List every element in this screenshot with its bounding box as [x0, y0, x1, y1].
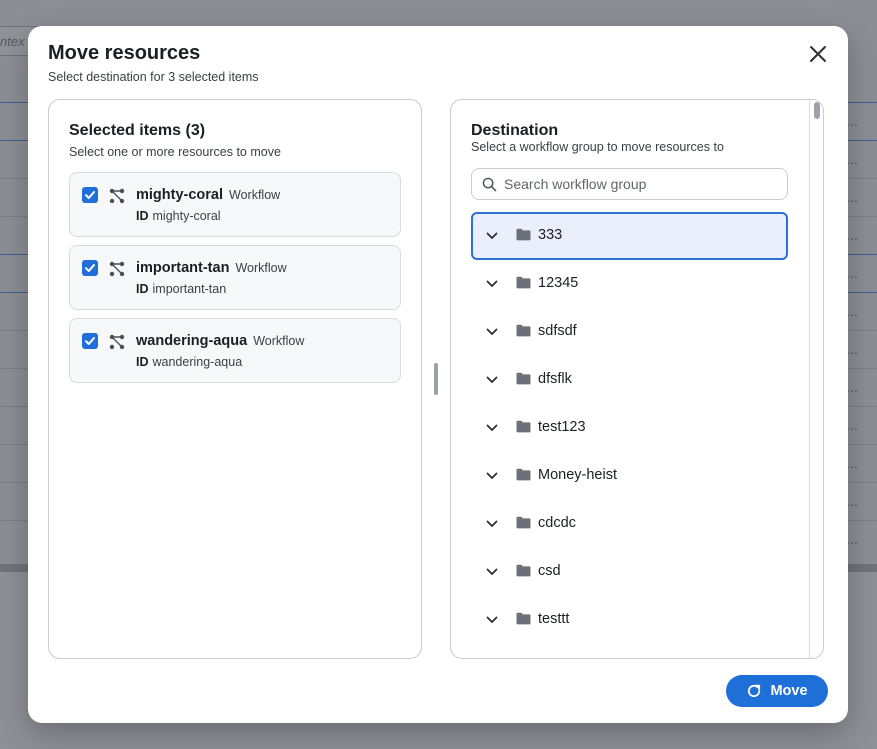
- item-name: important-tan Workflow: [136, 260, 287, 276]
- item-checkbox[interactable]: [82, 333, 98, 349]
- chevron-down-icon[interactable]: [485, 517, 499, 531]
- chevron-down-icon[interactable]: [485, 229, 499, 243]
- chevron-down-icon[interactable]: [485, 373, 499, 387]
- move-resources-dialog: Move resources Select destination for 3 …: [28, 26, 848, 723]
- workflow-group-row[interactable]: Money-heist: [471, 452, 788, 500]
- item-id-label: ID: [136, 209, 149, 223]
- destination-panel: Destination Select a workflow group to m…: [450, 99, 824, 659]
- search-box[interactable]: [471, 168, 788, 200]
- workflow-group-row[interactable]: test123: [471, 404, 788, 452]
- selected-item-card[interactable]: mighty-coral Workflow ID mighty-coral: [69, 172, 401, 237]
- move-button[interactable]: Move: [726, 675, 828, 707]
- item-id: ID important-tan: [136, 282, 226, 296]
- move-button-label: Move: [770, 683, 808, 699]
- workflow-group-label: 333: [538, 227, 563, 243]
- workflow-group-row[interactable]: 12345: [471, 260, 788, 308]
- item-type: Workflow: [253, 334, 305, 348]
- workflow-group-row[interactable]: testtt: [471, 596, 788, 644]
- workflow-group-label: testtt: [538, 611, 570, 627]
- item-id-value: important-tan: [152, 282, 227, 296]
- refresh-icon: [748, 684, 761, 698]
- item-id-label: ID: [136, 282, 149, 296]
- selected-item-card[interactable]: wandering-aqua Workflow ID wandering-aqua: [69, 318, 401, 383]
- background-filter-text: ntex: [0, 34, 25, 49]
- workflow-group-row[interactable]: csd: [471, 548, 788, 596]
- destination-subtitle: Select a workflow group to move resource…: [471, 140, 724, 154]
- workflow-group-label: 12345: [538, 275, 579, 291]
- selected-item-card[interactable]: important-tan Workflow ID important-tan: [69, 245, 401, 310]
- workflow-group-label: sdfsdf: [538, 323, 577, 339]
- workflow-icon: [109, 334, 125, 350]
- item-name: wandering-aqua Workflow: [136, 333, 304, 349]
- workflow-group-label: csd: [538, 563, 561, 579]
- chevron-down-icon[interactable]: [485, 277, 499, 291]
- chevron-down-icon[interactable]: [485, 469, 499, 483]
- check-icon: [85, 337, 95, 345]
- chevron-down-icon[interactable]: [485, 421, 499, 435]
- workflow-group-label: Money-heist: [538, 467, 617, 483]
- folder-icon: [516, 324, 531, 337]
- selected-items-subtitle: Select one or more resources to move: [69, 145, 281, 159]
- search-icon: [482, 177, 497, 192]
- item-id-value: wandering-aqua: [152, 355, 243, 369]
- close-icon: [810, 46, 826, 62]
- folder-icon: [516, 612, 531, 625]
- folder-icon: [516, 516, 531, 529]
- item-name: mighty-coral Workflow: [136, 187, 280, 203]
- search-input[interactable]: [504, 169, 779, 199]
- close-button[interactable]: [806, 42, 830, 66]
- chevron-down-icon[interactable]: [485, 325, 499, 339]
- item-type: Workflow: [235, 261, 287, 275]
- folder-icon: [516, 468, 531, 481]
- item-id: ID mighty-coral: [136, 209, 221, 223]
- chevron-down-icon[interactable]: [485, 565, 499, 579]
- folder-icon: [516, 228, 531, 241]
- panel-resize-handle[interactable]: [434, 363, 438, 395]
- workflow-group-label: test123: [538, 419, 586, 435]
- folder-icon: [516, 420, 531, 433]
- dialog-title: Move resources: [48, 42, 201, 64]
- workflow-icon: [109, 188, 125, 204]
- workflow-group-row[interactable]: dfsflk: [471, 356, 788, 404]
- item-id-value: mighty-coral: [152, 209, 221, 223]
- workflow-group-label: cdcdc: [538, 515, 576, 531]
- item-name-text: wandering-aqua: [136, 333, 248, 349]
- scrollbar-thumb[interactable]: [814, 102, 820, 119]
- folder-icon: [516, 372, 531, 385]
- check-icon: [85, 191, 95, 199]
- item-id-label: ID: [136, 355, 149, 369]
- item-name-text: mighty-coral: [136, 187, 224, 203]
- dialog-subtitle: Select destination for 3 selected items: [48, 70, 259, 84]
- selected-items-panel: Selected items (3) Select one or more re…: [48, 99, 422, 659]
- chevron-down-icon[interactable]: [485, 613, 499, 627]
- workflow-group-row[interactable]: sdfsdf: [471, 308, 788, 356]
- check-icon: [85, 264, 95, 272]
- destination-title: Destination: [471, 122, 559, 139]
- workflow-group-row[interactable]: 333: [471, 212, 788, 260]
- item-checkbox[interactable]: [82, 187, 98, 203]
- item-name-text: important-tan: [136, 260, 230, 276]
- workflow-icon: [109, 261, 125, 277]
- workflow-group-row[interactable]: cdcdc: [471, 500, 788, 548]
- selected-items-title: Selected items (3): [69, 122, 206, 139]
- folder-icon: [516, 564, 531, 577]
- scrollbar[interactable]: [809, 100, 823, 658]
- folder-icon: [516, 276, 531, 289]
- workflow-group-label: dfsflk: [538, 371, 572, 387]
- item-checkbox[interactable]: [82, 260, 98, 276]
- item-type: Workflow: [229, 188, 281, 202]
- item-id: ID wandering-aqua: [136, 355, 242, 369]
